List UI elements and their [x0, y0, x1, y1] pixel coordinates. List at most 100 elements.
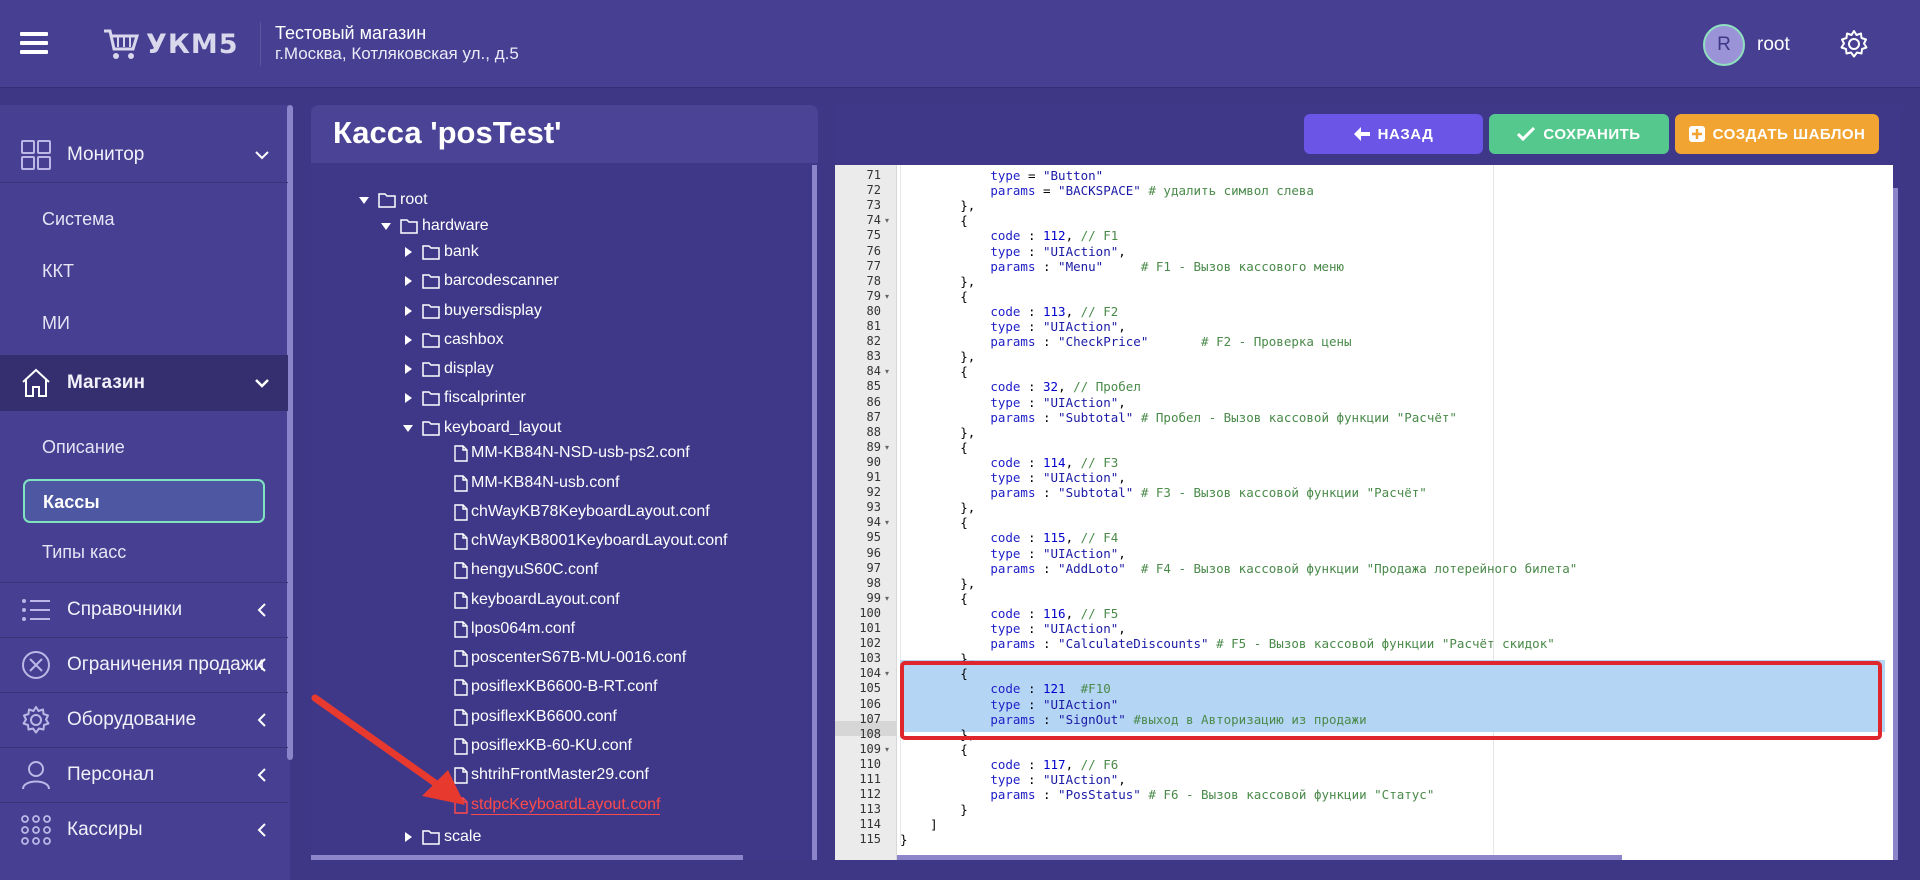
tree-node-file[interactable]: hengyuS60C.conf — [454, 558, 598, 582]
code-line[interactable]: { — [900, 591, 968, 606]
caret-down-icon — [381, 223, 391, 230]
dots-grid-icon — [21, 815, 51, 845]
hamburger-menu-icon[interactable] — [20, 32, 48, 54]
create-template-button[interactable]: СОЗДАТЬ ШАБЛОН — [1675, 114, 1879, 154]
code-line[interactable]: } — [900, 802, 968, 817]
tree-node-folder[interactable]: barcodescanner — [402, 269, 559, 293]
code-line[interactable]: { — [900, 213, 968, 228]
code-line[interactable]: } — [900, 832, 908, 847]
code-line[interactable]: code : 114, // F3 — [900, 455, 1118, 470]
code-line[interactable]: { — [900, 364, 968, 379]
save-button[interactable]: СОХРАНИТЬ — [1489, 114, 1669, 154]
tree-node-file[interactable]: chWayKB78KeyboardLayout.conf — [454, 500, 710, 524]
code-line[interactable]: }, — [900, 500, 975, 515]
code-line[interactable]: code : 116, // F5 — [900, 606, 1118, 621]
code-line[interactable]: code : 115, // F4 — [900, 530, 1118, 545]
tree-scrollbar[interactable] — [812, 165, 817, 860]
code-line[interactable]: code : 117, // F6 — [900, 757, 1118, 772]
tree-node-file[interactable]: posiflexKB6600.conf — [454, 705, 617, 729]
tree-horizontal-scrollbar[interactable] — [311, 855, 743, 860]
code-line[interactable]: code : 112, // F1 — [900, 228, 1118, 243]
code-line[interactable]: type = "Button" — [900, 168, 1103, 183]
sidebar-subitem-description[interactable]: Описание — [42, 437, 125, 458]
line-number: 86 — [866, 394, 881, 409]
tree-node-file[interactable]: MM-KB84N-NSD-usb-ps2.conf — [454, 441, 690, 465]
sidebar-subitem-mi[interactable]: МИ — [42, 313, 70, 334]
code-line[interactable]: { — [900, 742, 968, 757]
tree-node-root[interactable]: root — [358, 188, 428, 212]
sidebar-item-cashiers[interactable]: Кассиры — [0, 803, 288, 857]
sidebar-subitem-cashboxes[interactable]: Кассы — [23, 479, 265, 523]
code-line[interactable]: params : "CalculateDiscounts" # F5 - Выз… — [900, 636, 1554, 651]
code-line[interactable]: type : "UIAction", — [900, 244, 1125, 259]
fold-toggle-icon[interactable]: ▾ — [885, 440, 889, 455]
editor-scrollbar[interactable] — [1893, 188, 1898, 860]
code-line[interactable]: { — [900, 515, 968, 530]
tree-node-file[interactable]: lpos064m.conf — [454, 617, 575, 641]
tree-node-file[interactable]: keyboardLayout.conf — [454, 588, 620, 612]
code-line[interactable]: }, — [900, 349, 975, 364]
code-line[interactable]: }, — [900, 425, 975, 440]
tree-node-scale[interactable]: scale — [402, 825, 481, 849]
code-line[interactable]: type : "UIAction", — [900, 772, 1125, 787]
code-line[interactable]: { — [900, 440, 968, 455]
sidebar-item-shop[interactable]: Магазин — [0, 355, 288, 411]
code-line[interactable]: type : "UIAction", — [900, 470, 1125, 485]
code-line[interactable]: }, — [900, 198, 975, 213]
code-line[interactable]: type : "UIAction", — [900, 395, 1125, 410]
fold-toggle-icon[interactable]: ▾ — [885, 289, 889, 304]
code-line[interactable]: type : "UIAction", — [900, 319, 1125, 334]
code-line[interactable]: { — [900, 289, 968, 304]
code-line[interactable]: params : "Subtotal" # F3 - Вызов кассово… — [900, 485, 1427, 500]
code-line[interactable]: code : 32, // Пробел — [900, 379, 1141, 394]
code-line[interactable]: params : "Menu" # F1 - Вызов кассового м… — [900, 259, 1344, 274]
code-line[interactable]: code : 113, // F2 — [900, 304, 1118, 319]
tree-node-keyboard-layout[interactable]: keyboard_layout — [402, 416, 561, 440]
tree-node-folder[interactable]: fiscalprinter — [402, 386, 526, 410]
code-line[interactable]: params : "Subtotal" # Пробел - Вызов кас… — [900, 410, 1457, 425]
code-line[interactable]: params = "BACKSPACE" # удалить символ сл… — [900, 183, 1314, 198]
tree-node-folder[interactable]: cashbox — [402, 328, 504, 352]
tree-node-folder[interactable]: bank — [402, 240, 479, 264]
code-line[interactable]: params : "CheckPrice" # F2 - Проверка це… — [900, 334, 1351, 349]
fold-toggle-icon[interactable]: ▾ — [885, 666, 889, 681]
sidebar-subitem-system[interactable]: Система — [42, 209, 115, 230]
sidebar-item-sale-restrictions[interactable]: Ограничения продажи — [0, 638, 288, 692]
code-line[interactable]: params : "PosStatus" # F6 - Вызов кассов… — [900, 787, 1434, 802]
tree-node-file[interactable]: chWayKB8001KeyboardLayout.conf — [454, 529, 727, 553]
sidebar-item-directories[interactable]: Справочники — [0, 583, 288, 637]
sidebar-item-monitor[interactable]: Монитор — [0, 128, 288, 182]
tree-node-file-selected[interactable]: stdpcKeyboardLayout.conf — [454, 793, 661, 817]
code-line[interactable]: }, — [900, 274, 975, 289]
tree-node-file[interactable]: MM-KB84N-usb.conf — [454, 471, 620, 495]
back-button[interactable]: НАЗАД — [1304, 114, 1483, 154]
app-logo[interactable]: УКМ5 — [102, 24, 239, 64]
sidebar-item-equipment[interactable]: Оборудование — [0, 693, 288, 747]
fold-toggle-icon[interactable]: ▾ — [885, 515, 889, 530]
code-line[interactable]: type : "UIAction", — [900, 546, 1125, 561]
fold-toggle-icon[interactable]: ▾ — [885, 591, 889, 606]
tree-node-file[interactable]: shtrihFrontMaster29.conf — [454, 763, 649, 787]
line-number: 104 — [859, 666, 881, 681]
sidebar-item-personnel[interactable]: Персонал — [0, 748, 288, 802]
username[interactable]: root — [1757, 34, 1790, 56]
tree-node-file[interactable]: posiflexKB-60-KU.conf — [454, 734, 632, 758]
code-line[interactable]: }, — [900, 576, 975, 591]
editor-horizontal-scrollbar[interactable] — [897, 855, 1622, 860]
code-editor[interactable]: 71 type = "Button" 72 params = "BACKSPACE… — [835, 165, 1893, 860]
tree-node-file[interactable]: posiflexKB6600-B-RT.conf — [454, 675, 657, 699]
fold-toggle-icon[interactable]: ▾ — [885, 742, 889, 757]
code-line[interactable]: params : "AddLoto" # F4 - Вызов кассовой… — [900, 561, 1577, 576]
tree-node-hardware[interactable]: hardware — [380, 214, 489, 238]
tree-node-folder[interactable]: display — [402, 357, 494, 381]
avatar[interactable]: R — [1703, 24, 1745, 66]
tree-node-file[interactable]: poscenterS67B-MU-0016.conf — [454, 646, 686, 670]
gear-icon[interactable] — [1838, 28, 1870, 60]
sidebar-subitem-cashbox-types[interactable]: Типы касс — [42, 542, 126, 563]
code-line[interactable]: type : "UIAction", — [900, 621, 1125, 636]
sidebar-subitem-kkt[interactable]: ККТ — [42, 261, 74, 282]
code-line[interactable]: ] — [900, 817, 938, 832]
fold-toggle-icon[interactable]: ▾ — [885, 364, 889, 379]
fold-toggle-icon[interactable]: ▾ — [885, 213, 889, 228]
tree-node-folder[interactable]: buyersdisplay — [402, 299, 542, 323]
